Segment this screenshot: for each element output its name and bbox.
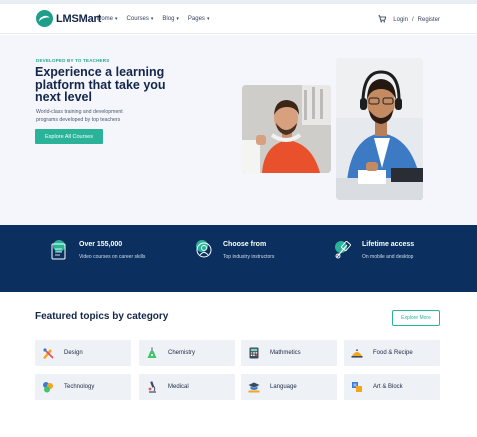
nav-item-pages[interactable]: Pages ▾ bbox=[188, 16, 210, 22]
category-card-technology[interactable]: Technology bbox=[35, 374, 131, 400]
category-label: Chemistry bbox=[168, 350, 196, 356]
technology-icon bbox=[42, 381, 54, 393]
hero-section: DEVELOPED BY TO TEACHERS Experience a le… bbox=[0, 35, 477, 225]
stat-description: On mobile and desktop bbox=[362, 254, 414, 260]
graduation-cap-icon bbox=[248, 381, 260, 393]
chemistry-icon bbox=[146, 347, 158, 359]
hero-title: Experience a learning platform that take… bbox=[35, 65, 166, 104]
access-icon bbox=[333, 239, 353, 261]
category-label: Language bbox=[270, 384, 297, 390]
category-label: Technology bbox=[64, 384, 95, 390]
stat-lifetime-access: Lifetime access On mobile and desktop bbox=[333, 239, 414, 261]
login-link[interactable]: Login bbox=[393, 17, 408, 23]
art-blocks-icon bbox=[351, 381, 363, 393]
nav-item-courses[interactable]: Courses ▾ bbox=[127, 16, 154, 22]
logo[interactable]: LMSMart bbox=[36, 10, 101, 27]
register-link[interactable]: Register bbox=[418, 17, 440, 23]
category-card-medical[interactable]: Medical bbox=[139, 374, 235, 400]
stat-title: Lifetime access bbox=[362, 241, 415, 248]
stat-title: Over 155,000 bbox=[79, 241, 123, 248]
category-label: Art & Block bbox=[373, 384, 403, 390]
stat-video-courses: Over 155,000 Video courses on career ski… bbox=[50, 239, 145, 261]
category-card-mathmetics[interactable]: Mathmetics bbox=[241, 340, 337, 366]
category-label: Medical bbox=[168, 384, 189, 390]
category-label: Design bbox=[64, 350, 83, 356]
featured-topics-heading: Featured topics by category bbox=[35, 311, 169, 322]
category-label: Mathmetics bbox=[270, 350, 301, 356]
account-links: Login / Register bbox=[378, 15, 440, 25]
hero-tagline: DEVELOPED BY TO TEACHERS bbox=[36, 58, 110, 63]
stat-description: Video courses on career skills bbox=[79, 254, 146, 260]
separator: / bbox=[411, 17, 414, 23]
category-card-language[interactable]: Language bbox=[241, 374, 337, 400]
category-card-food-recipe[interactable]: Food & Recipe bbox=[344, 340, 440, 366]
nav-label: Blog bbox=[162, 16, 175, 22]
nav-label: Pages bbox=[187, 16, 205, 22]
nav-item-blog[interactable]: Blog ▾ bbox=[162, 16, 179, 22]
hero-photo-student-laptop bbox=[336, 58, 423, 200]
category-card-art-block[interactable]: Art & Block bbox=[344, 374, 440, 400]
explore-all-courses-button[interactable]: Explore All Courses bbox=[35, 129, 103, 144]
explore-more-button[interactable]: Explore More bbox=[392, 310, 440, 326]
food-icon bbox=[351, 347, 363, 359]
nav-label: Home bbox=[97, 16, 114, 22]
stat-description: Top industry instructors bbox=[223, 254, 275, 260]
chevron-down-icon: ▾ bbox=[150, 16, 154, 22]
top-navbar: LMSMart Home ▾ Courses ▾ Blog ▾ Pages ▾ … bbox=[0, 4, 477, 34]
instructor-icon bbox=[194, 239, 214, 261]
chevron-down-icon: ▾ bbox=[176, 16, 179, 22]
brand-name: LMSMart bbox=[56, 12, 102, 25]
hero-photo-student-writing bbox=[242, 85, 331, 173]
cart-icon[interactable] bbox=[378, 15, 387, 25]
stat-title: Choose from bbox=[223, 241, 267, 248]
nav-label: Courses bbox=[126, 16, 149, 22]
calculator-icon bbox=[248, 347, 260, 359]
design-icon bbox=[42, 347, 54, 359]
chevron-down-icon: ▾ bbox=[115, 16, 118, 22]
hero-subtitle: World-class training and development pro… bbox=[36, 109, 123, 123]
category-card-chemistry[interactable]: Chemistry bbox=[139, 340, 235, 366]
logo-icon bbox=[36, 10, 53, 27]
category-label: Food & Recipe bbox=[373, 350, 413, 356]
nav-item-home[interactable]: Home ▾ bbox=[97, 16, 118, 22]
microscope-icon bbox=[146, 381, 158, 393]
chevron-down-icon: ▾ bbox=[206, 16, 210, 22]
stat-instructors: Choose from Top industry instructors bbox=[194, 239, 274, 261]
video-book-icon bbox=[50, 239, 70, 261]
category-card-design[interactable]: Design bbox=[35, 340, 131, 366]
stats-band: Over 155,000 Video courses on career ski… bbox=[0, 225, 477, 292]
main-menu: Home ▾ Courses ▾ Blog ▾ Pages ▾ bbox=[97, 16, 209, 22]
